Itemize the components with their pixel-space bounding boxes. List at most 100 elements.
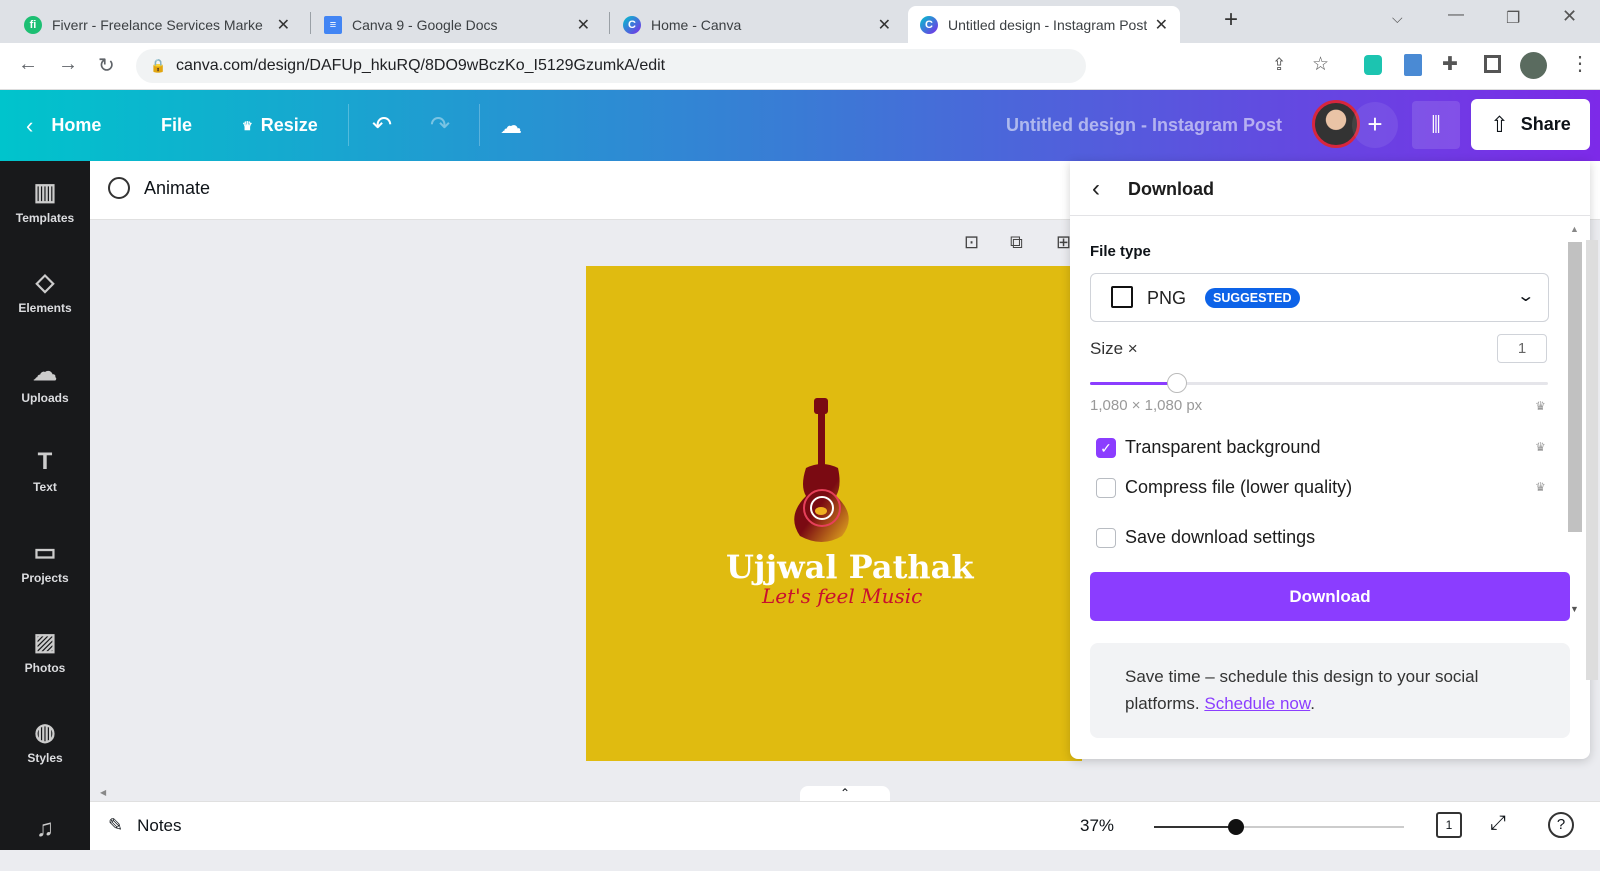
undo-icon[interactable]: ↶ (372, 90, 392, 161)
save-settings-checkbox[interactable] (1096, 528, 1116, 548)
resize-button[interactable]: ♛ Resize (242, 90, 318, 161)
panel-title: Download (1128, 179, 1214, 199)
tab-canva-home[interactable]: C Home - Canva ✕ (611, 6, 903, 43)
restore-button[interactable]: ❐ (1506, 8, 1520, 28)
sidebar-item-label: Elements (18, 300, 72, 315)
file-type-select[interactable]: PNG SUGGESTED ⌄ (1090, 273, 1549, 322)
close-tab-icon[interactable]: ✕ (577, 15, 590, 35)
download-button[interactable]: Download (1090, 572, 1570, 621)
design-tagline-text[interactable]: Let's feel Music (762, 584, 922, 608)
show-pages-toggle[interactable]: ⌃ (800, 786, 890, 802)
design-canvas[interactable]: Ujjwal Pathak Let's feel Music (586, 266, 1082, 761)
slider-fill (1090, 382, 1178, 385)
home-button[interactable]: ‹ Home (26, 90, 101, 161)
duplicate-page-icon[interactable]: ⧉ (1010, 232, 1023, 253)
menu-kebab-icon[interactable]: ⋮ (1570, 51, 1590, 76)
share-page-icon[interactable]: ⇪ (1272, 55, 1286, 75)
animate-button[interactable]: Animate (108, 177, 210, 199)
left-sidebar: ▥ Templates ◇ Elements ☁ Uploads T Text ▭ Project… (0, 161, 90, 850)
help-icon[interactable]: ? (1548, 812, 1574, 838)
tab-untitled-design[interactable]: C Untitled design - Instagram Post ✕ (908, 6, 1180, 43)
close-tab-icon[interactable]: ✕ (277, 15, 290, 35)
zoom-slider-thumb[interactable] (1228, 819, 1244, 835)
size-slider[interactable] (1090, 373, 1548, 393)
save-settings-label[interactable]: Save download settings (1125, 527, 1315, 548)
redo-icon[interactable]: ↷ (430, 90, 450, 161)
slider-thumb[interactable] (1167, 373, 1188, 393)
google-docs-icon: ≡ (324, 15, 342, 34)
new-tab-button[interactable]: + (1224, 6, 1238, 34)
sidebar-item-styles[interactable]: ◍ Styles (0, 701, 90, 781)
crown-icon: ♛ (1535, 480, 1546, 494)
sidebar-item-templates[interactable]: ▥ Templates (0, 161, 90, 241)
crown-icon: ♛ (242, 118, 253, 133)
sidebar-item-label: Templates (15, 210, 75, 225)
sidebar-item-audio[interactable]: ♫ (0, 791, 90, 871)
notes-button[interactable]: ✎ Notes (108, 815, 182, 836)
elements-icon: ◇ (35, 268, 55, 296)
close-window-button[interactable]: ✕ (1562, 6, 1577, 27)
bookmark-star-icon[interactable]: ☆ (1312, 53, 1329, 76)
editor-header: ‹ Home File ♛ Resize ↶ ↷ ☁ Untitled design… (0, 90, 1600, 161)
extension-icon[interactable] (1404, 54, 1422, 76)
sidebar-item-label: Text (33, 480, 57, 494)
upload-cloud-icon: ☁ (33, 358, 57, 386)
tab-search-icon[interactable]: ⌵ (1392, 10, 1403, 27)
insights-chart-icon[interactable]: ⫼ (1412, 101, 1460, 149)
tab-fiverr[interactable]: fi Fiverr - Freelance Services Marke ✕ (12, 6, 302, 43)
sidebar-item-projects[interactable]: ▭ Projects (0, 521, 90, 601)
bottom-bar: ✎ Notes 37% 1 ⤢ ? (90, 801, 1600, 850)
crown-icon: ♛ (1535, 440, 1546, 454)
close-tab-icon[interactable]: ✕ (878, 15, 891, 35)
transparent-background-label[interactable]: Transparent background (1125, 437, 1320, 458)
zoom-slider[interactable] (1154, 819, 1404, 835)
transparent-background-checkbox[interactable]: ✓ (1096, 438, 1116, 458)
compress-file-label[interactable]: Compress file (lower quality) (1125, 477, 1352, 498)
notes-pencil-icon: ✎ (108, 815, 124, 835)
page-count-button[interactable]: 1 (1436, 812, 1462, 838)
sidebar-item-photos[interactable]: ▨ Photos (0, 611, 90, 691)
canvas-scrollbar[interactable] (1586, 240, 1598, 680)
back-chevron-icon[interactable]: ‹ (1092, 175, 1100, 203)
profile-avatar[interactable] (1520, 52, 1547, 79)
sidebar-item-uploads[interactable]: ☁ Uploads (0, 341, 90, 421)
sidebar-item-elements[interactable]: ◇ Elements (0, 251, 90, 331)
add-collaborator-button[interactable]: + (1352, 102, 1398, 148)
side-panel-icon[interactable] (1484, 55, 1501, 73)
tab-google-docs[interactable]: ≡ Canva 9 - Google Docs ✕ (312, 6, 602, 43)
extension-download-icon[interactable] (1364, 55, 1382, 75)
minimize-button[interactable]: — (1448, 6, 1464, 24)
schedule-info-box: Save time – schedule this design to your… (1090, 643, 1570, 738)
scroll-down-icon[interactable]: ▼ (1570, 604, 1579, 614)
url-input[interactable]: 🔒 canva.com/design/DAFUp_hkuRQ/8DO9wBczKo… (136, 49, 1086, 83)
cloud-saved-icon[interactable]: ☁ (500, 90, 522, 161)
scroll-up-icon[interactable]: ▲ (1570, 224, 1579, 234)
extensions-puzzle-icon[interactable]: ✚ (1442, 53, 1458, 76)
back-icon[interactable]: ← (18, 53, 38, 76)
add-page-icon[interactable]: ⊞ (1056, 232, 1071, 253)
guitar-logo (794, 398, 849, 542)
sidebar-item-text[interactable]: T Text (0, 431, 90, 511)
compress-file-checkbox[interactable] (1096, 478, 1116, 498)
reload-icon[interactable]: ↻ (98, 53, 115, 78)
schedule-now-link[interactable]: Schedule now (1204, 694, 1310, 713)
share-button[interactable]: ⇧ Share (1471, 99, 1590, 150)
close-tab-icon[interactable]: ✕ (1155, 15, 1168, 35)
fullscreen-icon[interactable]: ⤢ (1490, 812, 1506, 835)
music-icon: ♫ (36, 815, 54, 842)
design-name-text[interactable]: Ujjwal Pathak (726, 548, 974, 586)
animate-icon (108, 177, 130, 199)
upload-share-icon: ⇧ (1490, 111, 1509, 137)
scrollbar-thumb[interactable] (1568, 242, 1582, 532)
file-menu-button[interactable]: File (161, 90, 192, 161)
zoom-level[interactable]: 37% (1080, 816, 1114, 836)
forward-icon[interactable]: → (58, 53, 78, 76)
suggested-badge: SUGGESTED (1205, 288, 1300, 308)
address-bar-row: ← → ↻ 🔒 canva.com/design/DAFUp_hkuRQ/8DO9… (0, 43, 1600, 90)
design-title[interactable]: Untitled design - Instagram Post (1006, 90, 1282, 161)
folder-icon: ▭ (33, 538, 57, 566)
lock-element-icon[interactable]: ⊡ (964, 232, 979, 253)
panel-scrollbar[interactable]: ▲ ▼ (1568, 224, 1582, 724)
size-input[interactable]: 1 (1497, 334, 1547, 363)
scroll-left-icon[interactable]: ◀ (100, 788, 106, 797)
